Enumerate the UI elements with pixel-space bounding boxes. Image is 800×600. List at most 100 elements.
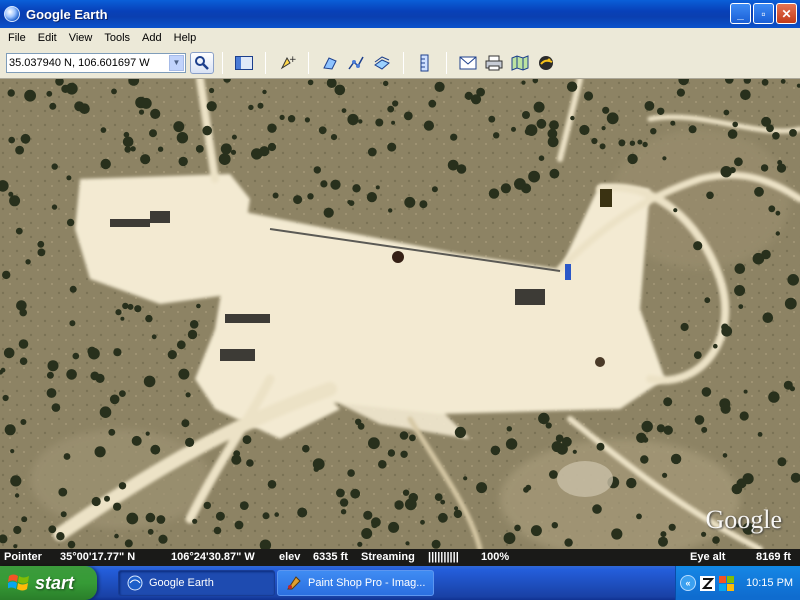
tree-canopy xyxy=(151,334,157,340)
tree-canopy xyxy=(2,394,9,402)
tree-canopy xyxy=(538,412,550,425)
tree-canopy xyxy=(637,139,643,145)
tree-canopy xyxy=(704,297,711,304)
map-view[interactable]: Google xyxy=(0,79,800,549)
menu-bar: File Edit View Tools Add Help xyxy=(0,28,800,47)
sky-icon[interactable] xyxy=(536,53,556,73)
overlay-icon[interactable] xyxy=(372,53,392,73)
tree-canopy xyxy=(2,270,11,280)
search-input[interactable] xyxy=(7,56,169,69)
tree-canopy xyxy=(246,459,254,467)
show-hidden-icons-button[interactable]: « xyxy=(680,575,696,591)
menu-tools[interactable]: Tools xyxy=(98,32,136,44)
tree-canopy xyxy=(20,133,31,144)
task-paint-shop-pro[interactable]: Paint Shop Pro - Imag... xyxy=(277,570,434,596)
tree-canopy xyxy=(676,88,686,97)
menu-help[interactable]: Help xyxy=(168,32,203,44)
tree-canopy xyxy=(642,436,649,443)
tree-canopy xyxy=(66,175,72,181)
email-icon[interactable] xyxy=(458,53,478,73)
tree-canopy xyxy=(123,131,130,138)
path-icon[interactable] xyxy=(346,53,366,73)
tree-canopy xyxy=(761,79,769,86)
tree-canopy xyxy=(528,170,540,183)
tree-canopy xyxy=(134,305,142,313)
search-box: ▼ xyxy=(6,52,186,73)
clock[interactable]: 10:15 PM xyxy=(746,577,793,589)
tree-canopy xyxy=(407,112,412,118)
ruler-icon[interactable] xyxy=(415,53,435,73)
tree-canopy xyxy=(15,145,24,155)
tree-canopy xyxy=(547,128,558,139)
tree-canopy xyxy=(113,348,122,357)
print-icon[interactable] xyxy=(484,53,504,73)
tree-canopy xyxy=(387,105,395,113)
tree-canopy xyxy=(734,157,743,167)
tree-canopy xyxy=(789,129,797,137)
placemark-icon[interactable]: + xyxy=(277,53,297,73)
tree-canopy xyxy=(124,539,133,548)
search-button[interactable] xyxy=(190,51,214,74)
security-center-icon[interactable] xyxy=(719,575,734,591)
tree-canopy xyxy=(734,285,746,296)
tree-canopy xyxy=(464,91,473,100)
tree-canopy xyxy=(115,309,122,316)
window-controls: _ ▫ ✕ xyxy=(730,3,797,24)
close-button[interactable]: ✕ xyxy=(776,3,797,24)
tree-canopy xyxy=(46,371,54,379)
tree-canopy xyxy=(239,501,249,510)
tree-canopy xyxy=(680,322,689,332)
tree-canopy xyxy=(251,148,263,160)
tree-canopy xyxy=(100,158,111,170)
restore-button[interactable]: ▫ xyxy=(753,3,774,24)
tree-canopy xyxy=(130,146,136,152)
toolbar-separator xyxy=(403,51,404,74)
tree-canopy xyxy=(60,511,67,518)
tree-canopy xyxy=(320,180,328,188)
tree-canopy xyxy=(668,523,676,531)
tree-canopy xyxy=(456,164,467,174)
toolbar-separator xyxy=(222,51,223,74)
menu-file[interactable]: File xyxy=(2,32,32,44)
toolbar-separator xyxy=(308,51,309,74)
tree-canopy xyxy=(127,303,134,310)
sidebar-toggle-icon[interactable] xyxy=(234,53,254,73)
tree-canopy xyxy=(262,89,267,95)
taskbar: start Google Earth Paint Shop Pro - Imag… xyxy=(0,566,800,600)
tree-canopy xyxy=(189,320,199,329)
tree-canopy xyxy=(13,544,18,549)
polygon-icon[interactable] xyxy=(320,53,340,73)
toolbar-separator xyxy=(446,51,447,74)
satellite-imagery xyxy=(0,79,800,549)
tree-canopy xyxy=(434,81,445,92)
tree-canopy xyxy=(230,149,237,155)
tree-canopy xyxy=(505,438,518,450)
tree-canopy xyxy=(784,297,797,310)
minimize-button[interactable]: _ xyxy=(730,3,751,24)
tree-canopy xyxy=(167,350,177,360)
tree-canopy xyxy=(145,512,156,523)
task-label: Paint Shop Pro - Imag... xyxy=(308,577,426,589)
start-button[interactable]: start xyxy=(0,566,97,600)
tree-canopy xyxy=(195,145,204,153)
tree-canopy xyxy=(450,133,458,141)
menu-edit[interactable]: Edit xyxy=(32,32,63,44)
maps-icon[interactable] xyxy=(510,53,530,73)
tree-canopy xyxy=(120,316,125,321)
tree-canopy xyxy=(722,453,728,458)
title-bar[interactable]: Google Earth _ ▫ ✕ xyxy=(0,0,800,28)
tree-canopy xyxy=(701,426,708,433)
google-earth-icon xyxy=(4,6,20,22)
task-google-earth[interactable]: Google Earth xyxy=(118,570,275,596)
search-dropdown-button[interactable]: ▼ xyxy=(169,54,184,71)
toolbar-separator xyxy=(265,51,266,74)
tree-canopy xyxy=(712,536,720,544)
tree-canopy xyxy=(248,104,254,111)
menu-add[interactable]: Add xyxy=(136,32,168,44)
tree-canopy xyxy=(267,480,277,489)
tree-canopy xyxy=(367,147,377,157)
tree-canopy xyxy=(405,198,412,205)
menu-view[interactable]: View xyxy=(63,32,99,44)
zonealarm-icon[interactable] xyxy=(700,575,715,591)
tree-canopy xyxy=(775,231,780,236)
